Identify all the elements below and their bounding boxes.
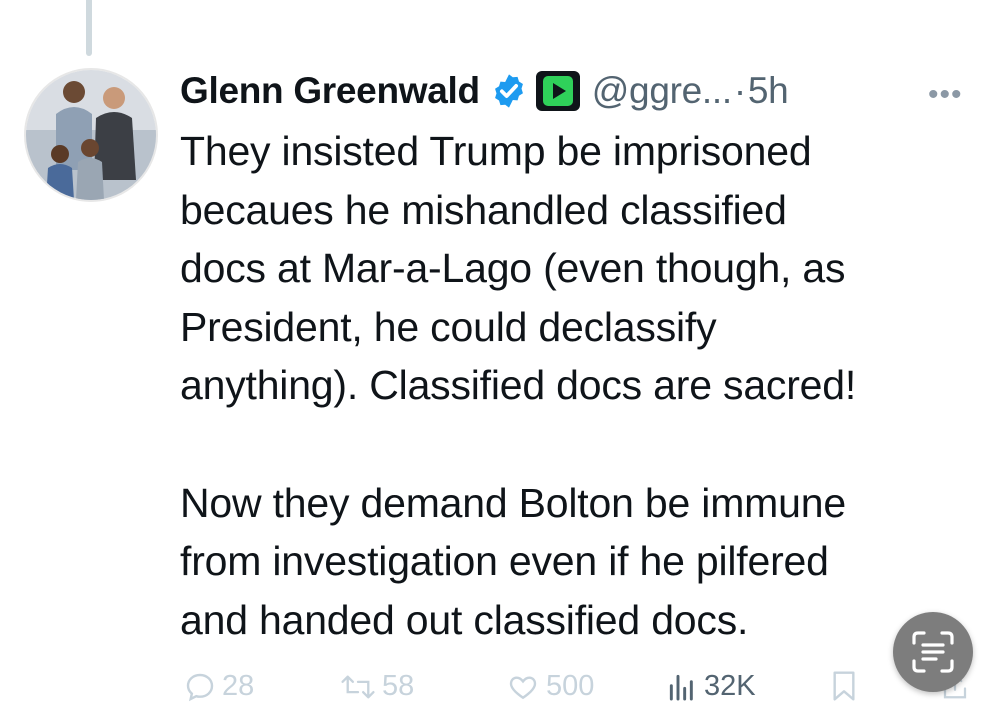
repost-icon (341, 675, 375, 698)
like-count: 500 (546, 670, 595, 702)
views-button[interactable]: 32K (666, 670, 756, 703)
tweet-text-line: They insisted Trump be imprisoned (180, 128, 812, 174)
more-icon[interactable]: ••• (928, 78, 963, 112)
tweet-text-line: from investigation even if he pilfered (180, 538, 829, 585)
author-name[interactable]: Glenn Greenwald (180, 70, 480, 112)
tweet-header: Glenn Greenwald @ggre... · 5h (180, 64, 789, 118)
reply-button[interactable]: 28 (184, 670, 254, 703)
avatar[interactable] (24, 68, 158, 202)
repost-count: 58 (382, 670, 415, 702)
tweet-text-line: docs at Mar-a-Lago (even though, as (180, 245, 846, 292)
like-button[interactable]: 500 (506, 670, 594, 703)
bookmark-button[interactable] (830, 670, 864, 702)
previous-tweet-action-strip (170, 0, 990, 6)
text-scan-button[interactable] (893, 612, 973, 692)
like-icon (509, 675, 537, 699)
tweet-text-line: Now they demand Bolton be immune (180, 479, 846, 526)
tweet-body: They insisted Trump be imprisoned becaue… (180, 122, 970, 649)
bookmark-icon (833, 671, 855, 701)
tweet-actions: 28 58 500 32K (0, 664, 1000, 714)
reply-count: 28 (222, 670, 255, 702)
tweet-text-line: becaues he mishandled classified (180, 186, 787, 233)
time-separator: · (733, 70, 746, 111)
rumble-affiliate-icon[interactable] (535, 71, 580, 111)
views-count: 32K (704, 670, 756, 702)
tweet-text-line: anything). Classified docs are sacred! (180, 362, 857, 409)
tweet-time[interactable]: 5h (748, 70, 789, 112)
tweet-text-line: and handed out classified docs. (180, 596, 749, 643)
thread-connector-line (86, 0, 92, 56)
tweet-text-line: President, he could declassify (180, 303, 717, 350)
reply-icon (186, 673, 214, 701)
paragraph-break (180, 415, 970, 474)
views-icon (669, 674, 693, 700)
repost-button[interactable]: 58 (340, 670, 414, 703)
text-scan-icon (912, 631, 954, 673)
author-handle[interactable]: @ggre... (592, 70, 732, 112)
verified-badge-icon[interactable] (490, 72, 528, 110)
